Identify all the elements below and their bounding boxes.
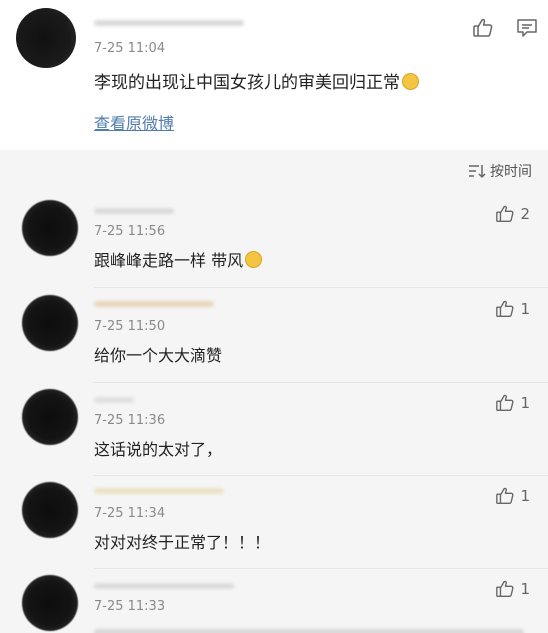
thumbs-up-icon <box>496 300 514 317</box>
avatar[interactable] <box>22 295 78 351</box>
thumbs-up-icon <box>496 205 514 222</box>
username-redacted <box>94 488 224 494</box>
avatar[interactable] <box>22 482 78 538</box>
comment-item: 1 7-25 11:34 对对对终于正常了！！！ <box>0 476 548 569</box>
username-redacted <box>94 583 234 589</box>
post-timestamp: 7-25 11:04 <box>94 41 166 56</box>
laughing-emoji-icon <box>402 73 419 90</box>
comment-item: 1 7-25 11:33 <box>0 569 548 633</box>
username-redacted <box>94 20 244 26</box>
comment-item: 1 7-25 11:50 给你一个大大滴赞 <box>0 289 548 382</box>
thumbs-up-icon[interactable] <box>472 17 494 39</box>
comment-text: 这话说的太对了， <box>94 440 223 459</box>
username-redacted <box>94 397 134 403</box>
like-button[interactable]: 1 <box>495 299 530 319</box>
like-count: 1 <box>520 394 530 412</box>
sort-label: 按时间 <box>490 164 532 180</box>
like-count: 1 <box>520 487 530 505</box>
comment-item: 2 7-25 11:56 跟峰峰走路一样 带风 <box>0 194 548 287</box>
comment-icon[interactable] <box>516 17 538 39</box>
comment-timestamp: 7-25 11:56 <box>94 224 166 239</box>
avatar[interactable] <box>22 200 78 256</box>
username-redacted <box>94 301 214 307</box>
comment-text: 跟峰峰走路一样 带风 <box>94 247 263 271</box>
comment-timestamp: 7-25 11:33 <box>94 599 166 614</box>
sort-by-time-button[interactable]: 按时间 <box>468 161 532 181</box>
like-count: 1 <box>520 580 530 598</box>
like-count: 2 <box>520 205 530 223</box>
divider <box>94 287 548 288</box>
comment-text-content: 跟峰峰走路一样 带风 <box>94 251 244 270</box>
avatar[interactable] <box>22 575 78 631</box>
thumbs-up-icon <box>496 580 514 597</box>
comment-text-cut-off <box>94 629 524 633</box>
avatar[interactable] <box>16 8 76 68</box>
comment-text: 对对对终于正常了！！！ <box>94 533 271 552</box>
comment-item: 1 7-25 11:36 这话说的太对了， <box>0 383 548 476</box>
like-button[interactable]: 1 <box>495 393 530 413</box>
like-button[interactable]: 1 <box>495 579 530 599</box>
view-original-link[interactable]: 查看原微博 <box>94 110 174 134</box>
comment-timestamp: 7-25 11:36 <box>94 413 166 428</box>
username-redacted <box>94 208 174 214</box>
comment-text: 给你一个大大滴赞 <box>94 346 223 365</box>
thumbs-up-icon <box>496 394 514 411</box>
comments-section: 按时间 2 7-25 11:56 跟峰峰走路一样 带风 1 7-25 11:50… <box>0 150 548 633</box>
post-text: 李现的出现让中国女孩儿的审美回归正常 <box>94 68 419 93</box>
thumbs-up-icon <box>496 487 514 504</box>
like-button[interactable]: 2 <box>495 204 530 224</box>
avatar[interactable] <box>22 389 78 445</box>
laughing-emoji-icon <box>245 251 263 268</box>
comment-timestamp: 7-25 11:50 <box>94 319 166 334</box>
post-text-content: 李现的出现让中国女孩儿的审美回归正常 <box>94 73 400 93</box>
like-button[interactable]: 1 <box>495 486 530 506</box>
comment-timestamp: 7-25 11:34 <box>94 506 166 521</box>
weibo-post: 7-25 11:04 李现的出现让中国女孩儿的审美回归正常 查看原微博 <box>0 0 548 150</box>
sort-icon <box>469 165 486 179</box>
like-count: 1 <box>520 300 530 318</box>
